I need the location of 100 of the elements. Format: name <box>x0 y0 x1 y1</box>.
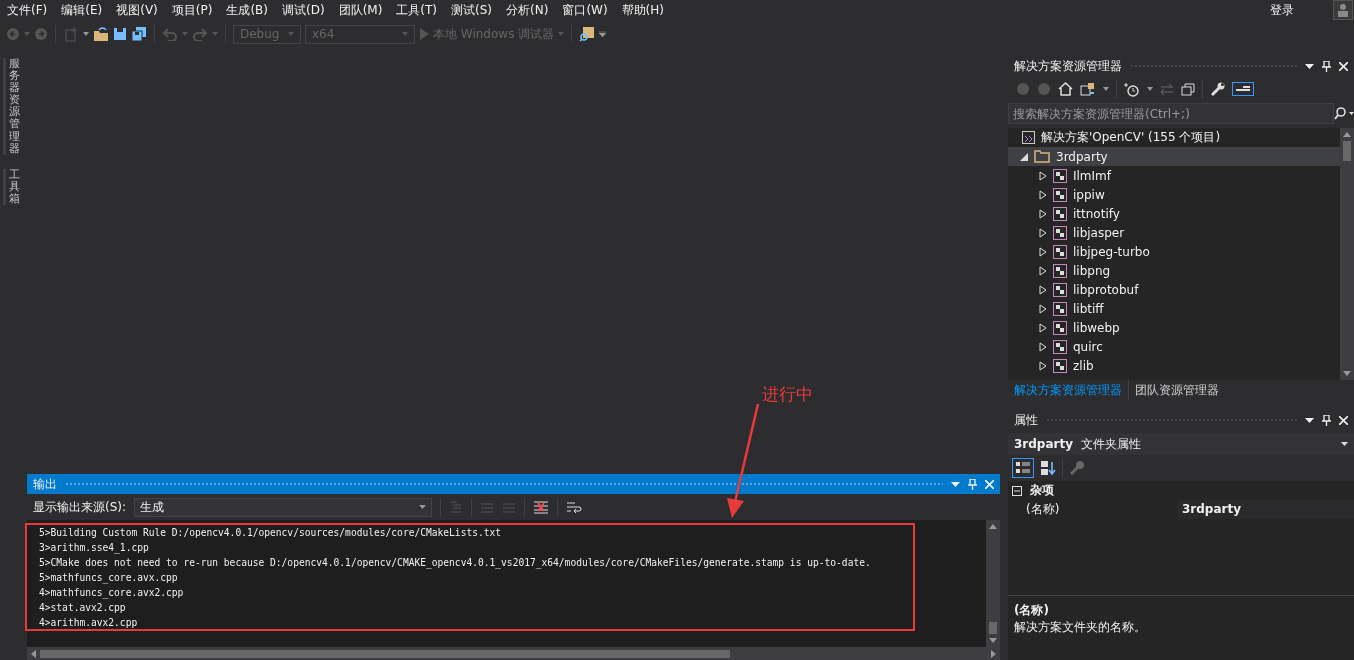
caret-icon[interactable] <box>83 32 89 36</box>
panel-title: 属性 <box>1014 411 1038 429</box>
output-line: 5>Building Custom Rule D:/opencv4.0.1/opencv/sources/modules/core/CMakeLists.txt <box>39 526 502 540</box>
menu-item[interactable]: 测试(S) <box>444 1 500 19</box>
tree-row[interactable]: zlib <box>1008 356 1340 375</box>
menu-item[interactable]: 分析(N) <box>499 1 556 19</box>
account-avatar[interactable] <box>1333 0 1353 20</box>
menu-item[interactable]: 生成(B) <box>219 1 275 19</box>
tree-row[interactable]: libjasper <box>1008 223 1340 242</box>
tree-row[interactable]: libjpeg-turbo <box>1008 242 1340 261</box>
sort-alphabetical-icon[interactable] <box>1040 460 1056 476</box>
menu-item[interactable]: 帮助(H) <box>614 1 671 19</box>
save-icon[interactable] <box>113 27 127 41</box>
caret-icon[interactable] <box>1147 87 1153 91</box>
home-icon[interactable] <box>1058 82 1073 96</box>
vertical-scrollbar[interactable] <box>1340 128 1354 380</box>
category-label: 杂项 <box>1030 482 1054 499</box>
scroll-down-icon[interactable] <box>989 638 997 643</box>
search-field[interactable]: 搜索解决方案资源管理器(Ctrl+;) <box>1008 103 1334 124</box>
sign-in-link[interactable]: 登录 <box>1263 1 1301 19</box>
horizontal-scrollbar[interactable] <box>27 647 1000 660</box>
scroll-thumb[interactable] <box>40 649 730 658</box>
dropdown-icon[interactable] <box>1305 63 1314 69</box>
word-wrap-icon[interactable] <box>566 500 583 514</box>
object-selector[interactable]: 3rdparty 文件夹属性 <box>1008 433 1354 455</box>
menu-item[interactable]: 工具(T) <box>389 1 445 19</box>
clear-all-icon[interactable] <box>533 500 550 514</box>
scroll-thumb[interactable] <box>1343 141 1351 161</box>
save-all-icon[interactable] <box>131 26 147 42</box>
menu-item[interactable]: 文件(F) <box>0 1 55 19</box>
pin-icon[interactable] <box>1322 414 1331 426</box>
solution-icon <box>1022 131 1035 144</box>
preview-toggle-button[interactable] <box>1232 82 1254 96</box>
search-icon[interactable] <box>1334 106 1354 121</box>
output-source-dropdown[interactable]: 生成 <box>134 497 433 517</box>
output-line: 4>arithm.avx2.cpp <box>39 616 138 630</box>
output-line: 5>mathfuncs_core.avx.cpp <box>39 571 178 585</box>
collapsed-arrow-icon[interactable] <box>1039 227 1047 238</box>
find-in-files-icon[interactable] <box>579 26 596 42</box>
menu-item[interactable]: 编辑(E) <box>54 1 110 19</box>
tree-row[interactable]: IlmImf <box>1008 166 1340 185</box>
key-icon[interactable] <box>1069 460 1085 476</box>
vertical-scrollbar[interactable] <box>986 520 1000 647</box>
tree-row[interactable]: quirc <box>1008 337 1340 356</box>
project-icon <box>1053 225 1067 240</box>
dropdown-icon[interactable] <box>1305 417 1314 423</box>
collapse-icon[interactable] <box>1012 485 1022 496</box>
output-line: 4>mathfuncs_core.avx2.cpp <box>39 586 184 600</box>
caret-icon <box>419 505 427 509</box>
close-icon[interactable] <box>1339 415 1348 425</box>
collapsed-arrow-icon[interactable] <box>1039 265 1047 276</box>
wrench-icon[interactable] <box>1210 81 1225 97</box>
sync-icon[interactable] <box>1080 82 1096 96</box>
scroll-up-icon[interactable] <box>989 524 997 529</box>
tree-row[interactable]: 3rdparty <box>1008 147 1340 166</box>
menu-item[interactable]: 项目(P) <box>164 1 220 19</box>
project-icon <box>1053 244 1067 259</box>
property-value[interactable]: 3rdparty <box>1178 500 1354 519</box>
collapsed-arrow-icon[interactable] <box>1039 360 1047 371</box>
collapse-all-icon[interactable] <box>1181 82 1195 96</box>
caret-icon <box>288 32 294 36</box>
scroll-left-icon[interactable] <box>31 649 36 658</box>
collapsed-arrow-icon[interactable] <box>1039 341 1047 352</box>
tree-row[interactable]: libwebp <box>1008 318 1340 337</box>
pin-icon[interactable] <box>1322 60 1331 72</box>
tree-row[interactable]: libtiff <box>1008 299 1340 318</box>
scroll-thumb[interactable] <box>989 622 997 634</box>
menu-item[interactable]: 视图(V) <box>109 1 165 19</box>
project-icon <box>1053 187 1067 202</box>
side-tab[interactable]: 工具箱 <box>2 168 20 206</box>
tree-row[interactable]: ittnotify <box>1008 204 1340 223</box>
scroll-right-icon[interactable] <box>991 649 996 658</box>
scroll-down-icon[interactable] <box>1343 371 1351 376</box>
overflow-icon[interactable] <box>599 31 607 37</box>
collapsed-arrow-icon[interactable] <box>1039 189 1047 200</box>
collapsed-arrow-icon[interactable] <box>1039 208 1047 219</box>
scroll-up-icon[interactable] <box>1343 132 1351 137</box>
menu-item[interactable]: 调试(D) <box>275 1 332 19</box>
collapsed-arrow-icon[interactable] <box>1039 303 1047 314</box>
tree-item[interactable]: 解决方案'OpenCV' (155 个项目) <box>1041 129 1221 146</box>
collapsed-arrow-icon[interactable] <box>1039 170 1047 181</box>
tree-row[interactable]: libpng <box>1008 261 1340 280</box>
tree-row[interactable]: libprotobuf <box>1008 280 1340 299</box>
panel-tab[interactable]: 解决方案资源管理器 <box>1008 380 1128 400</box>
collapsed-arrow-icon[interactable] <box>1039 284 1047 295</box>
menu-item[interactable]: 窗口(W) <box>555 1 615 19</box>
close-icon[interactable] <box>1339 61 1348 71</box>
output-line: 4>stat.avx2.cpp <box>39 601 126 615</box>
tree-row[interactable]: ippiw <box>1008 185 1340 204</box>
panel-title: 输出 <box>33 475 57 493</box>
menu-item[interactable]: 团队(M) <box>331 1 390 19</box>
categorized-button[interactable] <box>1012 458 1034 478</box>
caret-icon[interactable] <box>1103 87 1109 91</box>
project-icon <box>1053 320 1067 335</box>
open-folder-icon[interactable] <box>93 26 109 42</box>
clock-icon[interactable] <box>1124 81 1140 97</box>
expanded-arrow-icon[interactable] <box>1020 152 1028 161</box>
collapsed-arrow-icon[interactable] <box>1039 322 1047 333</box>
side-tab[interactable]: 服务器资源管理器 <box>2 58 20 155</box>
collapsed-arrow-icon[interactable] <box>1039 246 1047 257</box>
